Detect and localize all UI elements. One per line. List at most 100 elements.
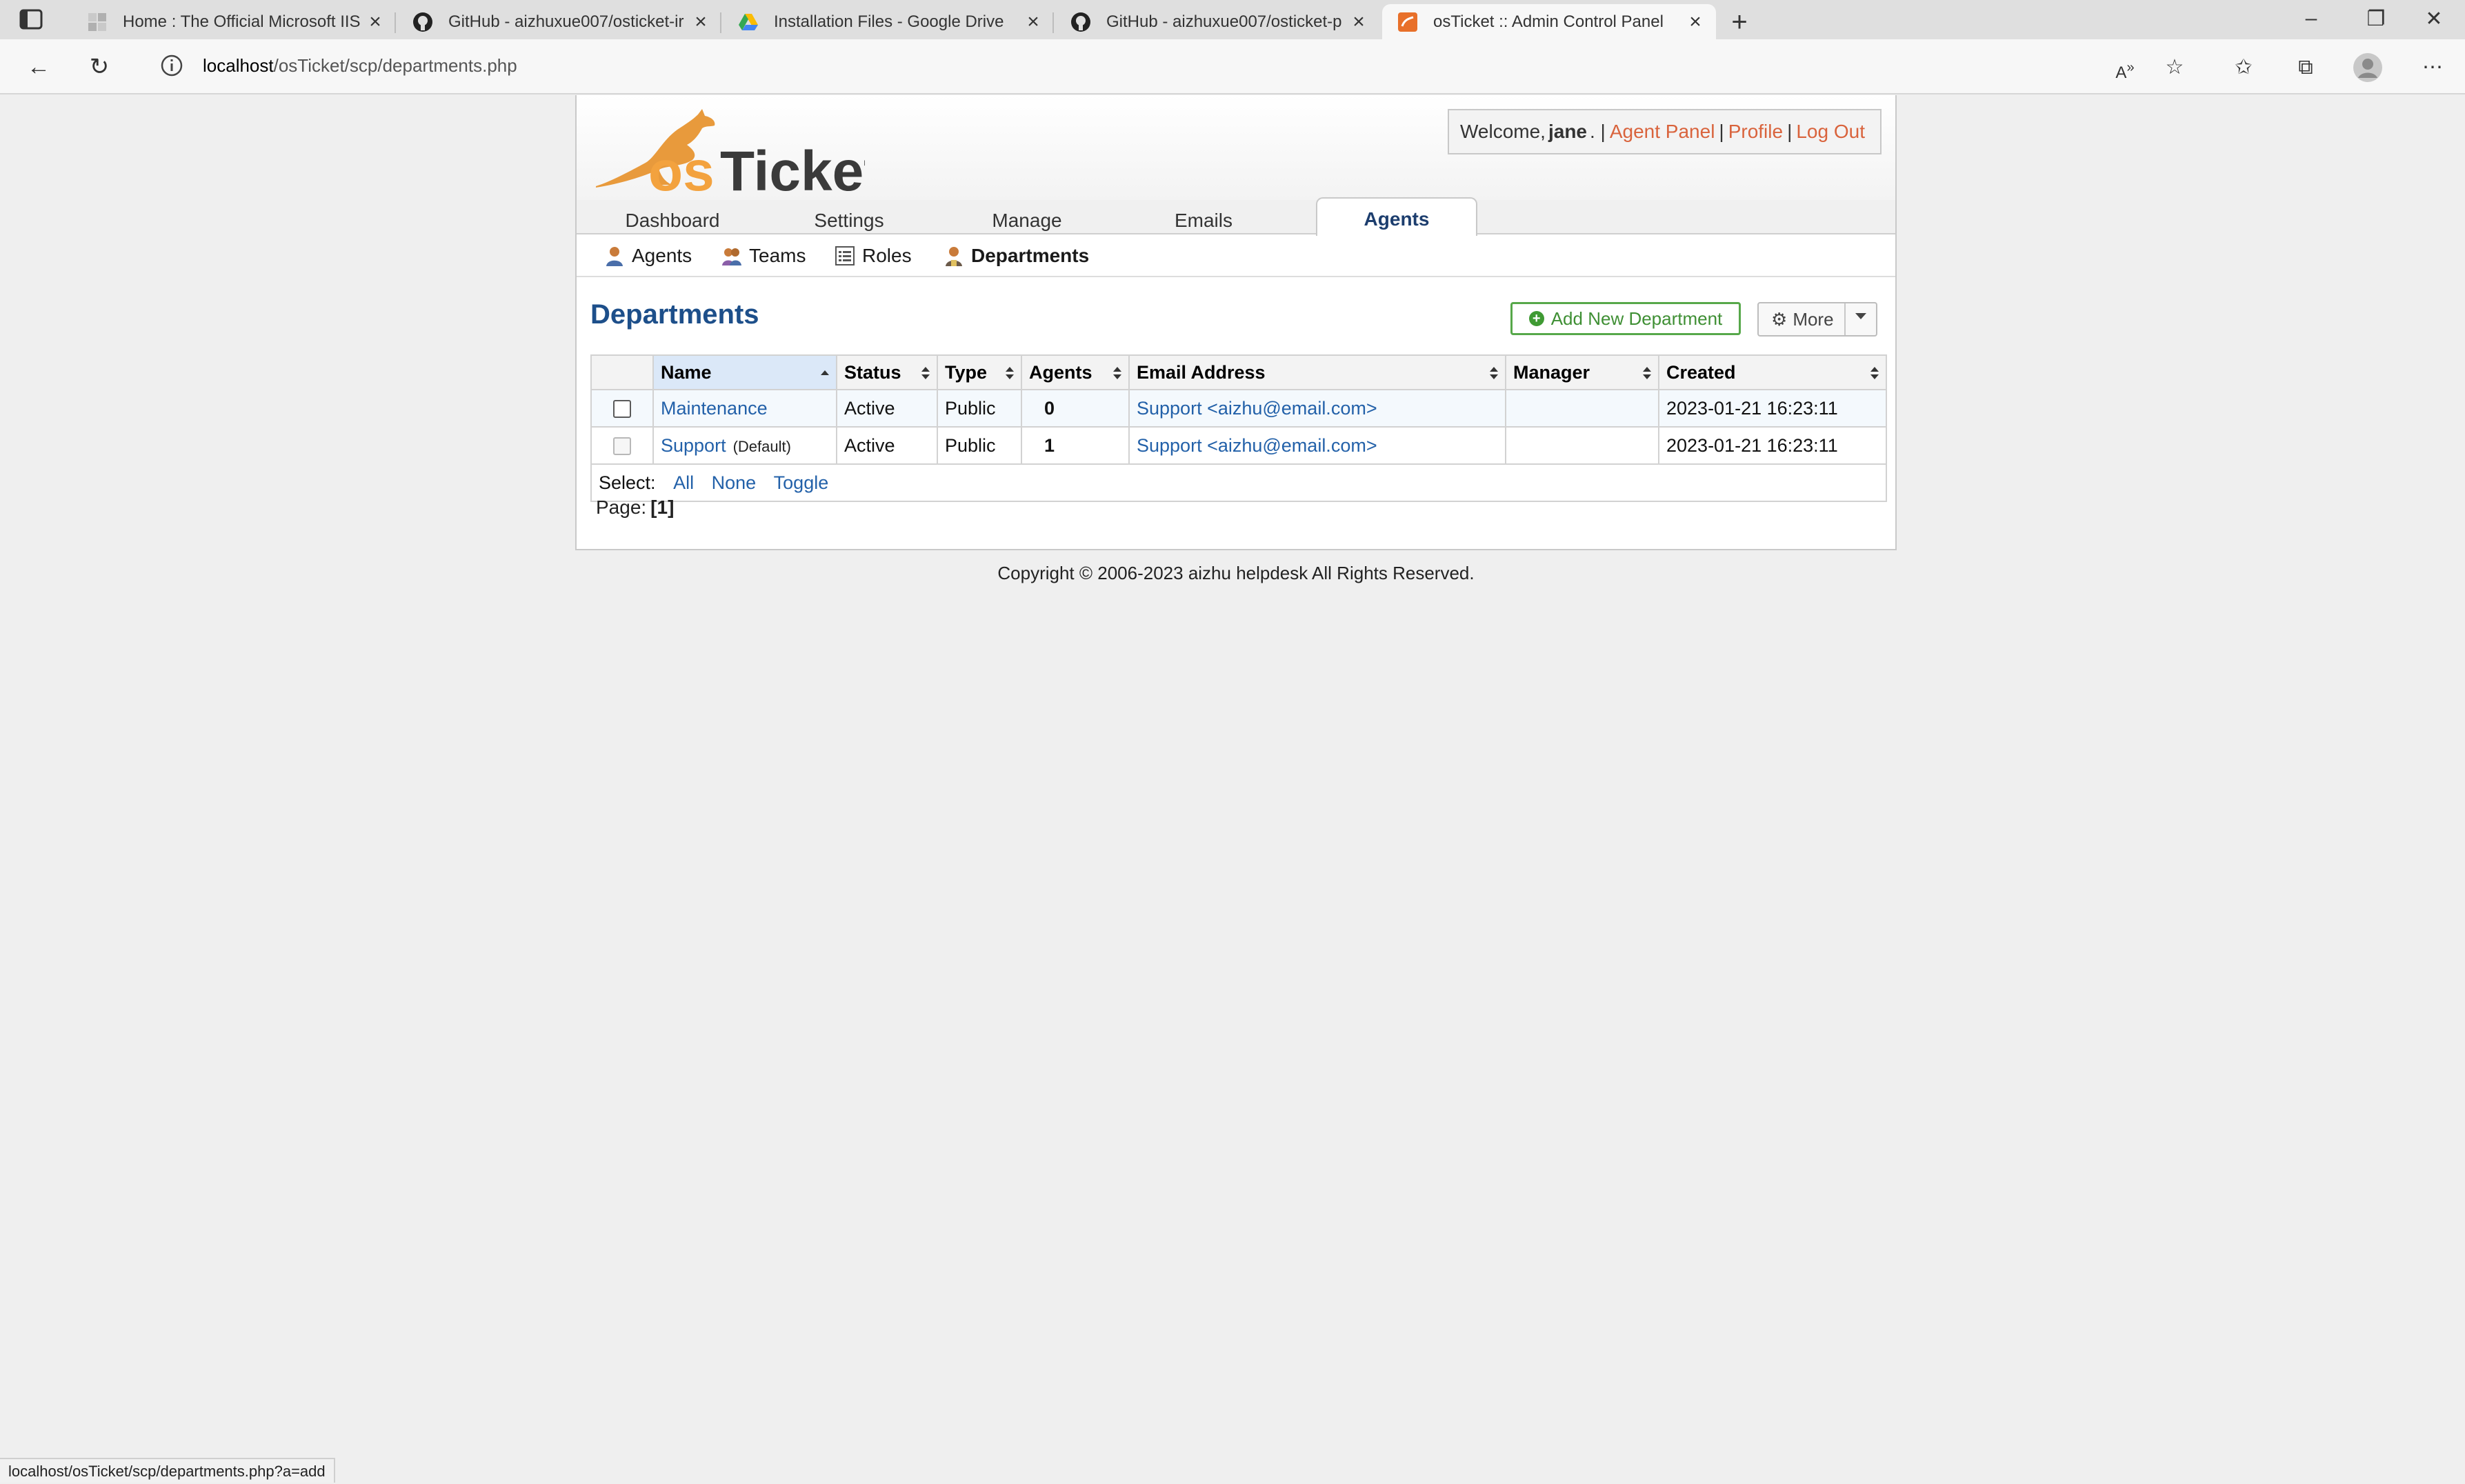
add-favorite-icon[interactable]: ☆ bbox=[2159, 52, 2190, 83]
column-header-type[interactable]: Type bbox=[937, 354, 1022, 390]
departments-table: Name Status Type Agents Email Address Ma… bbox=[590, 354, 1887, 502]
plus-circle-icon: + bbox=[1528, 311, 1544, 326]
email-link[interactable]: Support <aizhu@email.com> bbox=[1128, 426, 1506, 465]
browser-tab-google-drive[interactable]: Installation Files - Google Drive × bbox=[723, 4, 1054, 39]
column-header-agents[interactable]: Agents bbox=[1021, 354, 1130, 390]
subnav-label: Departments bbox=[971, 245, 1090, 266]
close-icon[interactable]: × bbox=[691, 10, 710, 34]
logout-link[interactable]: Log Out bbox=[1796, 121, 1865, 143]
department-name-link[interactable]: Maintenance bbox=[652, 389, 837, 428]
github-icon bbox=[1071, 12, 1090, 32]
favorites-icon[interactable]: ✩ bbox=[2228, 52, 2259, 83]
main-nav: Dashboard Settings Manage Emails Agents bbox=[577, 197, 1895, 236]
restore-icon[interactable]: ❐ bbox=[2359, 7, 2393, 31]
profile-link[interactable]: Profile bbox=[1728, 121, 1783, 143]
close-icon[interactable]: × bbox=[1024, 10, 1043, 34]
tab-title: Home : The Official Microsoft IIS bbox=[123, 12, 361, 31]
column-header-email[interactable]: Email Address bbox=[1128, 354, 1506, 390]
close-icon[interactable]: × bbox=[366, 10, 385, 34]
pager-label: Page: bbox=[596, 497, 647, 518]
page-icon bbox=[88, 12, 106, 31]
select-none-link[interactable]: None bbox=[712, 472, 757, 493]
agent-panel-link[interactable]: Agent Panel bbox=[1610, 121, 1715, 143]
page-container: os Ticket Welcome, jane . | Agent Panel … bbox=[575, 95, 1897, 550]
caret-down-icon[interactable] bbox=[1855, 313, 1866, 319]
table-row: Maintenance Active Public 0 Support <aiz… bbox=[590, 389, 1887, 428]
close-icon[interactable]: × bbox=[1686, 10, 1705, 34]
subnav-label: Agents bbox=[632, 245, 692, 266]
subnav-agents[interactable]: Agents bbox=[604, 240, 692, 272]
sort-icon bbox=[921, 367, 930, 381]
agents-count-cell: 0 bbox=[1021, 389, 1130, 428]
select-toggle-link[interactable]: Toggle bbox=[774, 472, 829, 493]
close-icon[interactable]: × bbox=[1349, 10, 1368, 34]
select-all-link[interactable]: All bbox=[673, 472, 694, 493]
osticket-logo[interactable]: os Ticket bbox=[589, 99, 865, 197]
roles-list-icon bbox=[835, 246, 855, 265]
browser-tab-github-1[interactable]: GitHub - aizhuxue007/osticket-ir × bbox=[397, 4, 721, 39]
sort-asc-icon bbox=[821, 367, 829, 381]
column-header-status[interactable]: Status bbox=[836, 354, 938, 390]
browser-tab-iis[interactable]: Home : The Official Microsoft IIS × bbox=[72, 4, 396, 39]
column-header-created[interactable]: Created bbox=[1658, 354, 1887, 390]
tab-emails[interactable]: Emails bbox=[1131, 200, 1276, 234]
welcome-sep: | bbox=[1787, 121, 1793, 142]
row-checkbox-cell bbox=[590, 389, 654, 428]
agent-icon bbox=[606, 247, 623, 266]
header-checkbox-col bbox=[590, 354, 654, 390]
url-field[interactable]: localhost/osTicket/scp/departments.php bbox=[141, 46, 2155, 85]
column-label: Created bbox=[1666, 361, 1736, 383]
welcome-user: jane bbox=[1548, 121, 1587, 142]
tab-title: GitHub - aizhuxue007/osticket-ir bbox=[448, 12, 684, 31]
window-close-icon[interactable]: ✕ bbox=[2417, 7, 2451, 31]
menu-ellipsis-icon[interactable]: ⋯ bbox=[2417, 52, 2448, 83]
browser-tab-osticket[interactable]: osTicket :: Admin Control Panel × bbox=[1382, 4, 1716, 39]
agents-count-cell: 1 bbox=[1021, 426, 1130, 465]
sort-icon bbox=[1490, 367, 1498, 381]
tab-actions-icon[interactable] bbox=[19, 9, 43, 30]
column-label: Status bbox=[844, 361, 901, 383]
info-icon[interactable] bbox=[160, 54, 183, 77]
minimize-icon[interactable]: – bbox=[2294, 7, 2328, 30]
email-link[interactable]: Support <aizhu@email.com> bbox=[1128, 389, 1506, 428]
header: os Ticket Welcome, jane . | Agent Panel … bbox=[577, 95, 1895, 200]
column-header-manager[interactable]: Manager bbox=[1505, 354, 1659, 390]
select-row: Select: All None Toggle bbox=[590, 463, 1887, 502]
read-aloud-icon[interactable]: A» bbox=[2109, 52, 2141, 83]
row-checkbox[interactable] bbox=[613, 400, 631, 419]
sort-icon bbox=[1870, 367, 1879, 381]
column-header-name[interactable]: Name bbox=[652, 354, 837, 390]
table-header-row: Name Status Type Agents Email Address Ma… bbox=[590, 354, 1887, 390]
gear-icon: ⚙ bbox=[1771, 308, 1788, 330]
created-cell: 2023-01-21 16:23:11 bbox=[1658, 426, 1887, 465]
pagination: Page: [1] bbox=[596, 497, 674, 519]
department-name-link[interactable]: Support bbox=[661, 435, 726, 456]
row-checkbox-cell bbox=[590, 426, 654, 465]
reload-icon[interactable]: ↻ bbox=[84, 53, 114, 81]
profile-avatar-icon[interactable] bbox=[2352, 52, 2384, 83]
more-button-label: More bbox=[1793, 308, 1834, 330]
github-icon bbox=[413, 12, 432, 32]
back-icon[interactable]: ← bbox=[23, 53, 54, 81]
subnav-teams[interactable]: Teams bbox=[721, 240, 806, 272]
tab-title: GitHub - aizhuxue007/osticket-p bbox=[1106, 12, 1342, 31]
tab-agents[interactable]: Agents bbox=[1316, 197, 1477, 236]
department-name-cell: Support (Default) bbox=[652, 426, 837, 465]
pager-current: [1] bbox=[650, 497, 675, 518]
add-new-department-button[interactable]: + Add New Department bbox=[1510, 302, 1741, 335]
tab-manage[interactable]: Manage bbox=[955, 200, 1099, 234]
url-host: localhost bbox=[203, 54, 274, 76]
new-tab-button[interactable]: + bbox=[1724, 7, 1755, 38]
browser-tab-github-2[interactable]: GitHub - aizhuxue007/osticket-p × bbox=[1055, 4, 1379, 39]
column-label: Email Address bbox=[1137, 361, 1266, 383]
subnav-roles[interactable]: Roles bbox=[835, 240, 912, 272]
tab-dashboard[interactable]: Dashboard bbox=[600, 200, 745, 234]
status-cell: Active bbox=[836, 389, 938, 428]
subnav-departments[interactable]: Departments bbox=[944, 240, 1089, 272]
collections-icon[interactable]: ⧉ bbox=[2290, 52, 2322, 83]
tab-settings[interactable]: Settings bbox=[777, 200, 921, 234]
tab-title: osTicket :: Admin Control Panel bbox=[1433, 12, 1664, 31]
more-button[interactable]: ⚙ More bbox=[1757, 302, 1877, 337]
select-label: Select: bbox=[599, 472, 656, 493]
welcome-box: Welcome, jane . | Agent Panel | Profile … bbox=[1448, 109, 1882, 154]
